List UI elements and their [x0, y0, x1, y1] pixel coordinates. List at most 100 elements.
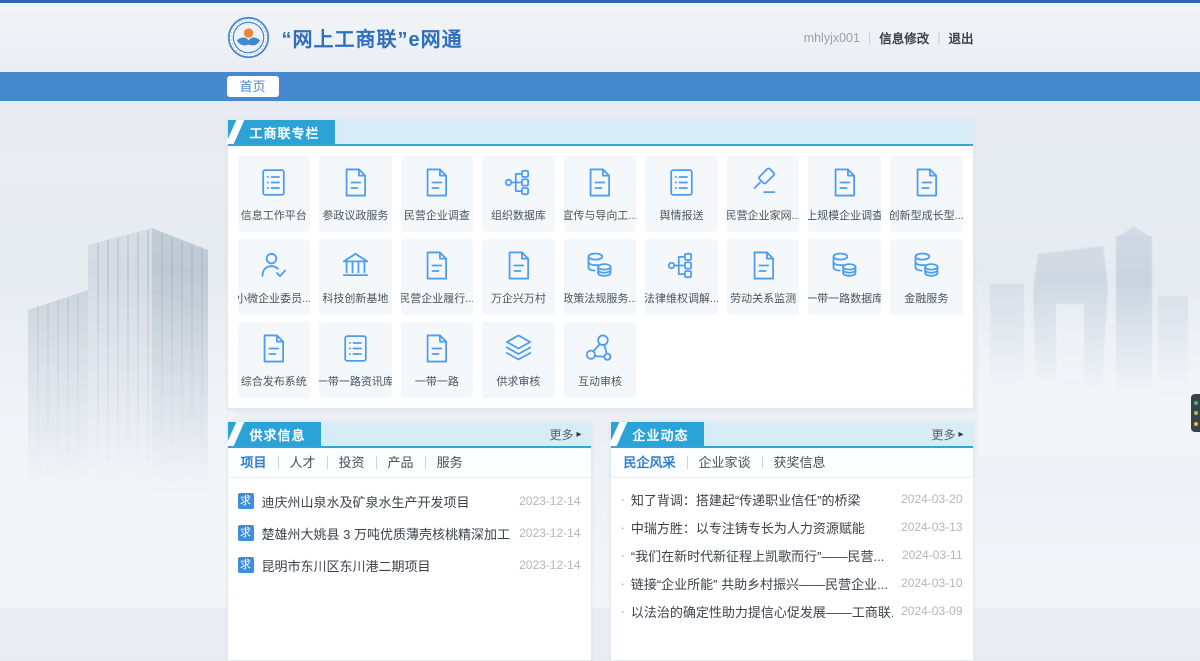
- news-item[interactable]: · 以法治的确定性助力提信心促发展——工商联... 2024-03-09: [621, 597, 963, 625]
- bank-icon: [339, 249, 372, 282]
- service-card[interactable]: 互动审核: [564, 322, 637, 398]
- share-nodes-icon: [583, 332, 616, 365]
- news-item[interactable]: · 中瑞方胜：以专注铸专长为人力资源赋能 2024-03-13: [621, 513, 963, 541]
- service-card[interactable]: 民营企业调查: [401, 156, 474, 232]
- supply-item[interactable]: 求 楚雄州大姚县 3 万吨优质薄壳核桃精深加工及科... 2023-12-14: [238, 517, 581, 549]
- item-date: 2024-03-13: [901, 520, 962, 534]
- service-label: 一带一路: [415, 373, 459, 389]
- service-card[interactable]: 创新型成长型...: [890, 156, 963, 232]
- service-card[interactable]: 小微企业委员...: [238, 239, 311, 315]
- supply-item[interactable]: 求 迪庆州山泉水及矿泉水生产开发项目 2023-12-14: [238, 485, 581, 517]
- news-item[interactable]: · 知了背调：搭建起“传递职业信任”的桥梁 2024-03-20: [621, 485, 963, 513]
- service-label: 上规模企业调查: [808, 207, 881, 223]
- more-arrow-icon: ▸: [958, 429, 963, 440]
- bullet-dot: ·: [621, 520, 625, 535]
- service-label: 民营企业家网...: [727, 207, 800, 223]
- tab-projects[interactable]: 项目: [238, 456, 278, 469]
- item-date: 2023-12-14: [519, 494, 580, 508]
- service-card[interactable]: 组织数据库: [482, 156, 555, 232]
- item-title[interactable]: 知了背调：搭建起“传递职业信任”的桥梁: [631, 490, 893, 509]
- service-label: 科技创新基地: [322, 290, 388, 306]
- supply-item[interactable]: 求 昆明市东川区东川港二期项目 2023-12-14: [238, 549, 581, 581]
- person-check-icon: [257, 249, 290, 282]
- item-title[interactable]: 楚雄州大姚县 3 万吨优质薄壳核桃精深加工及科...: [262, 524, 512, 543]
- nav-home-button[interactable]: 首页: [227, 76, 279, 97]
- tab-private-enterprise-style[interactable]: 民企风采: [621, 456, 687, 469]
- tab-products[interactable]: 产品: [376, 456, 425, 469]
- item-date: 2024-03-20: [901, 492, 962, 506]
- document-icon: [420, 249, 453, 282]
- news-item[interactable]: · “我们在新时代新征程上凯歌而行”——民营... 2024-03-11: [621, 541, 963, 569]
- bullet-dot: ·: [621, 576, 625, 591]
- supply-demand-panel: 供求信息 更多 ▸ 项目 人才 投资 产品 服务 求 迪庆州山泉水及矿泉水生产开…: [227, 421, 592, 661]
- database-icon: [828, 249, 861, 282]
- gavel-icon: [747, 166, 780, 199]
- supply-tabs: 项目 人才 投资 产品 服务: [228, 448, 591, 478]
- document-icon: [747, 249, 780, 282]
- service-card[interactable]: 一带一路数据库: [808, 239, 881, 315]
- enterprise-news-panel: 企业动态 更多 ▸ 民企风采 企业家谈 获奖信息 · 知了背调：搭建起“传递职业…: [610, 421, 974, 661]
- logout-link[interactable]: 退出: [948, 28, 973, 47]
- service-card[interactable]: 劳动关系监测: [727, 239, 800, 315]
- service-card[interactable]: 科技创新基地: [319, 239, 392, 315]
- service-label: 组织数据库: [491, 207, 546, 223]
- separator: |: [868, 31, 871, 45]
- service-card[interactable]: 民营企业履行...: [401, 239, 474, 315]
- service-card[interactable]: 供求审核: [482, 322, 555, 398]
- news-more-link[interactable]: 更多 ▸: [931, 422, 963, 446]
- news-tabs: 民企风采 企业家谈 获奖信息: [611, 448, 973, 478]
- item-date: 2024-03-09: [901, 604, 962, 618]
- service-card[interactable]: 宣传与导向工...: [564, 156, 637, 232]
- username: mhlyjx001: [804, 31, 860, 45]
- service-label: 综合发布系统: [241, 373, 307, 389]
- service-card[interactable]: 政策法规服务...: [564, 239, 637, 315]
- service-card[interactable]: 参政议政服务: [319, 156, 392, 232]
- federation-logo-icon: [227, 16, 270, 59]
- item-title[interactable]: 昆明市东川区东川港二期项目: [262, 556, 512, 575]
- site-header: “网上工商联”e网通 mhlyjx001 | 信息修改 | 退出: [0, 3, 1200, 72]
- org-tree-icon: [502, 166, 535, 199]
- services-grid: 信息工作平台 参政议政服务 民营企业调查 组织数据库 宣传与导向工... 舆情报…: [228, 146, 973, 408]
- list-board-icon: [665, 166, 698, 199]
- services-panel-title: 工商联专栏: [228, 120, 335, 144]
- tab-talent[interactable]: 人才: [278, 456, 327, 469]
- tab-services[interactable]: 服务: [425, 456, 474, 469]
- service-label: 参政议政服务: [322, 207, 388, 223]
- item-title[interactable]: 链接“企业所能” 共助乡村振兴——民营企业...: [631, 574, 893, 593]
- service-card[interactable]: 舆情报送: [645, 156, 718, 232]
- tab-investment[interactable]: 投资: [327, 456, 376, 469]
- more-arrow-icon: ▸: [576, 429, 581, 440]
- traffic-light-photo: [1191, 394, 1200, 432]
- service-label: 创新型成长型...: [890, 207, 963, 223]
- tab-entrepreneur-talks[interactable]: 企业家谈: [687, 456, 762, 469]
- list-board-icon: [339, 332, 372, 365]
- supply-panel-header: 供求信息 更多 ▸: [228, 422, 591, 448]
- demand-badge: 求: [238, 557, 254, 573]
- service-card[interactable]: 一带一路资讯库: [319, 322, 392, 398]
- left-photo-mist: [0, 150, 235, 580]
- service-label: 舆情报送: [660, 207, 704, 223]
- item-title[interactable]: 以法治的确定性助力提信心促发展——工商联...: [631, 602, 893, 621]
- service-card[interactable]: 上规模企业调查: [808, 156, 881, 232]
- item-title[interactable]: 迪庆州山泉水及矿泉水生产开发项目: [262, 492, 512, 511]
- layers-icon: [502, 332, 535, 365]
- news-item[interactable]: · 链接“企业所能” 共助乡村振兴——民营企业... 2024-03-10: [621, 569, 963, 597]
- service-card[interactable]: 万企兴万村: [482, 239, 555, 315]
- service-card[interactable]: 民营企业家网...: [727, 156, 800, 232]
- service-card[interactable]: 信息工作平台: [238, 156, 311, 232]
- edit-info-link[interactable]: 信息修改: [879, 28, 929, 47]
- supply-more-link[interactable]: 更多 ▸: [549, 422, 581, 446]
- bullet-dot: ·: [621, 492, 625, 507]
- item-title[interactable]: “我们在新时代新征程上凯歌而行”——民营...: [631, 546, 894, 565]
- service-card[interactable]: 综合发布系统: [238, 322, 311, 398]
- service-card[interactable]: 法律维权调解...: [645, 239, 718, 315]
- service-label: 劳动关系监测: [730, 290, 796, 306]
- tab-award-info[interactable]: 获奖信息: [762, 456, 837, 469]
- service-label: 一带一路资讯库: [319, 373, 392, 389]
- document-icon: [828, 166, 861, 199]
- item-title[interactable]: 中瑞方胜：以专注铸专长为人力资源赋能: [631, 518, 893, 537]
- news-panel-header: 企业动态 更多 ▸: [611, 422, 973, 448]
- service-card[interactable]: 金融服务: [890, 239, 963, 315]
- service-card[interactable]: 一带一路: [401, 322, 474, 398]
- site-title: “网上工商联”e网通: [282, 23, 463, 52]
